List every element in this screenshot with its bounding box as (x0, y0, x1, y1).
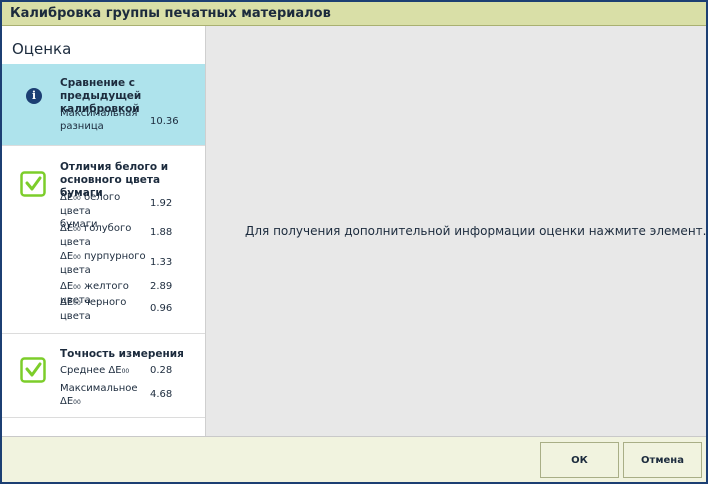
row-value: 0.96 (150, 303, 173, 314)
dialog-window: Калибровка группы печатных материалов Оц… (0, 0, 708, 484)
window-title: Калибровка группы печатных материалов (10, 6, 331, 21)
row-value: 0.28 (150, 365, 173, 376)
row-value: 4.68 (150, 389, 173, 400)
dialog-footer: ОК Отмена (2, 436, 706, 482)
card-measurement-accuracy[interactable]: Точность измерения Среднее ΔE00 0.28 Мак… (2, 334, 205, 418)
row-value: 1.88 (150, 227, 173, 238)
ok-button[interactable]: ОК (540, 442, 619, 478)
cancel-button[interactable]: Отмена (623, 442, 702, 478)
info-icon: i (26, 88, 42, 104)
row-value: 10.36 (150, 116, 179, 127)
row-value: 1.92 (150, 198, 173, 209)
evaluation-sidebar: Оценка i Сравнение с предыдущей калибров… (2, 26, 206, 436)
row-label: Максимальное ΔE00 (60, 383, 138, 407)
row-label: Среднее ΔE00 (60, 365, 130, 376)
row-value: 2.89 (150, 281, 173, 292)
row-label: Максимальная разница (60, 108, 138, 132)
title-bar: Калибровка группы печатных материалов (2, 2, 706, 26)
instruction-message: Для получения дополнительной информации … (245, 224, 707, 238)
card-previous-calibration[interactable]: i Сравнение с предыдущей калибровкой Мак… (2, 64, 205, 146)
row-label: ΔE00 черного цвета (60, 297, 127, 322)
sidebar-header: Оценка (12, 40, 72, 58)
row-label: ΔE00 пурпурного цвета (60, 251, 146, 276)
row-value: 1.33 (150, 257, 173, 268)
row-label: ΔE00 голубого цвета (60, 223, 132, 248)
checkmark-icon (20, 171, 46, 197)
checkmark-icon (20, 357, 46, 383)
card-paper-white-difference[interactable]: Отличия белого и основного цвета бумаги … (2, 146, 205, 334)
card-title: Точность измерения (60, 348, 184, 360)
details-panel: Для получения дополнительной информации … (206, 26, 706, 436)
